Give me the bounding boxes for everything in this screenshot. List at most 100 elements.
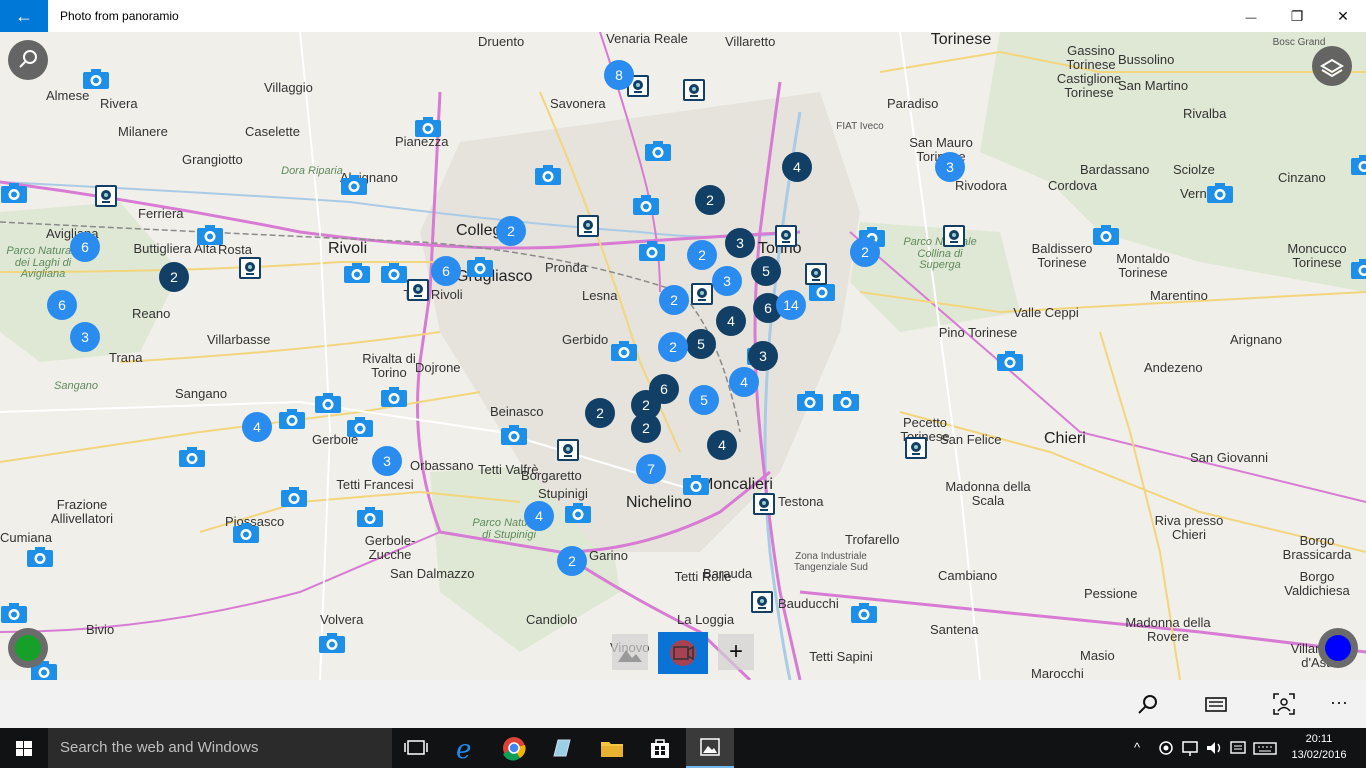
camera-marker-icon[interactable]	[196, 224, 224, 246]
photo-cluster[interactable]: 2	[496, 216, 526, 246]
photo-cluster[interactable]: 4	[782, 152, 812, 182]
camera-marker-icon[interactable]	[638, 240, 666, 262]
webcam-marker-icon[interactable]	[682, 78, 706, 102]
webcam-marker-icon[interactable]	[556, 438, 580, 462]
camera-marker-icon[interactable]	[996, 350, 1024, 372]
photo-cluster[interactable]: 2	[557, 546, 587, 576]
camera-marker-icon[interactable]	[340, 174, 368, 196]
search-icon[interactable]	[1136, 692, 1160, 716]
photo-cluster[interactable]: 8	[604, 60, 634, 90]
map-layers-button[interactable]	[1312, 46, 1352, 86]
keyboard-icon[interactable]	[1252, 738, 1278, 758]
photo-cluster[interactable]: 5	[686, 329, 716, 359]
photo-cluster[interactable]: 3	[935, 152, 965, 182]
minimize-button[interactable]: —	[1228, 0, 1274, 32]
photo-cluster[interactable]: 2	[695, 185, 725, 215]
photo-cluster[interactable]: 2	[585, 398, 615, 428]
camera-marker-icon[interactable]	[682, 474, 710, 496]
webcam-marker-icon[interactable]	[94, 184, 118, 208]
add-button[interactable]: +	[718, 634, 754, 670]
camera-marker-icon[interactable]	[232, 522, 260, 544]
camera-marker-icon[interactable]	[796, 390, 824, 412]
route-start-marker[interactable]	[8, 628, 48, 668]
tablet-icon[interactable]	[1204, 692, 1228, 716]
photo-cluster[interactable]: 6	[47, 290, 77, 320]
camera-marker-icon[interactable]	[346, 416, 374, 438]
photo-cluster[interactable]: 3	[70, 322, 100, 352]
photo-cluster[interactable]: 6	[431, 256, 461, 286]
prev-photo-button[interactable]	[612, 634, 648, 670]
scan-person-icon[interactable]	[1272, 692, 1296, 716]
network-icon[interactable]	[1180, 738, 1202, 758]
camera-marker-icon[interactable]	[644, 140, 672, 162]
close-button[interactable]: ✕	[1320, 0, 1366, 32]
photos-app-button[interactable]	[686, 728, 734, 768]
webcam-marker-icon[interactable]	[238, 256, 262, 280]
webcam-marker-icon[interactable]	[750, 590, 774, 614]
photo-cluster[interactable]: 2	[659, 285, 689, 315]
webcam-marker-icon[interactable]	[406, 278, 430, 302]
webcam-marker-icon[interactable]	[774, 224, 798, 248]
camera-marker-icon[interactable]	[278, 408, 306, 430]
camera-marker-icon[interactable]	[82, 68, 110, 90]
photo-cluster[interactable]: 2	[850, 237, 880, 267]
photo-cluster[interactable]: 14	[776, 290, 806, 320]
start-button[interactable]	[0, 728, 48, 768]
chrome-button[interactable]	[490, 728, 538, 768]
show-hidden-icons-button[interactable]: ^	[1134, 728, 1140, 768]
photo-cluster[interactable]: 5	[751, 256, 781, 286]
camera-marker-icon[interactable]	[1206, 182, 1234, 204]
photo-cluster[interactable]: 4	[524, 501, 554, 531]
camera-marker-icon[interactable]	[466, 256, 494, 278]
camera-marker-icon[interactable]	[0, 182, 28, 204]
taskbar-search-box[interactable]: Search the web and Windows	[48, 728, 392, 768]
camera-marker-icon[interactable]	[610, 340, 638, 362]
photo-cluster[interactable]: 4	[729, 367, 759, 397]
photo-cluster[interactable]: 2	[658, 332, 688, 362]
webcam-marker-icon[interactable]	[752, 492, 776, 516]
store-button[interactable]	[636, 728, 684, 768]
route-end-marker[interactable]	[1318, 628, 1358, 668]
camera-marker-icon[interactable]	[850, 602, 878, 624]
current-photo-button[interactable]	[658, 632, 708, 674]
camera-marker-icon[interactable]	[318, 632, 346, 654]
app-button[interactable]	[538, 728, 586, 768]
photo-cluster[interactable]: 2	[687, 240, 717, 270]
photo-cluster[interactable]: 3	[712, 266, 742, 296]
camera-marker-icon[interactable]	[632, 194, 660, 216]
file-explorer-button[interactable]	[588, 728, 636, 768]
photo-cluster[interactable]: 4	[242, 412, 272, 442]
camera-marker-icon[interactable]	[380, 262, 408, 284]
webcam-marker-icon[interactable]	[576, 214, 600, 238]
camera-marker-icon[interactable]	[564, 502, 592, 524]
camera-marker-icon[interactable]	[343, 262, 371, 284]
photo-cluster[interactable]: 4	[716, 306, 746, 336]
camera-marker-icon[interactable]	[380, 386, 408, 408]
camera-marker-icon[interactable]	[178, 446, 206, 468]
location-icon[interactable]	[1156, 738, 1176, 758]
photo-cluster[interactable]: 3	[725, 228, 755, 258]
photo-cluster[interactable]: 3	[372, 446, 402, 476]
restore-button[interactable]: ❐	[1274, 0, 1320, 32]
camera-marker-icon[interactable]	[356, 506, 384, 528]
edge-browser-button[interactable]: e	[442, 728, 490, 768]
camera-marker-icon[interactable]	[0, 602, 28, 624]
camera-marker-icon[interactable]	[314, 392, 342, 414]
camera-marker-icon[interactable]	[414, 116, 442, 138]
photo-cluster[interactable]: 3	[748, 341, 778, 371]
photo-cluster[interactable]: 2	[631, 390, 661, 420]
clock[interactable]: 20:11 13/02/2016	[1288, 731, 1350, 763]
camera-marker-icon[interactable]	[26, 546, 54, 568]
back-button[interactable]: ←	[0, 0, 48, 32]
more-options-button[interactable]: ···	[1330, 692, 1348, 713]
webcam-marker-icon[interactable]	[942, 224, 966, 248]
photo-cluster[interactable]: 5	[689, 385, 719, 415]
camera-marker-icon[interactable]	[500, 424, 528, 446]
camera-marker-icon[interactable]	[832, 390, 860, 412]
map-search-button[interactable]	[8, 40, 48, 80]
webcam-marker-icon[interactable]	[804, 262, 828, 286]
camera-marker-icon[interactable]	[1350, 258, 1366, 280]
photo-cluster[interactable]: 6	[70, 232, 100, 262]
camera-marker-icon[interactable]	[1092, 224, 1120, 246]
task-view-button[interactable]	[392, 728, 440, 768]
